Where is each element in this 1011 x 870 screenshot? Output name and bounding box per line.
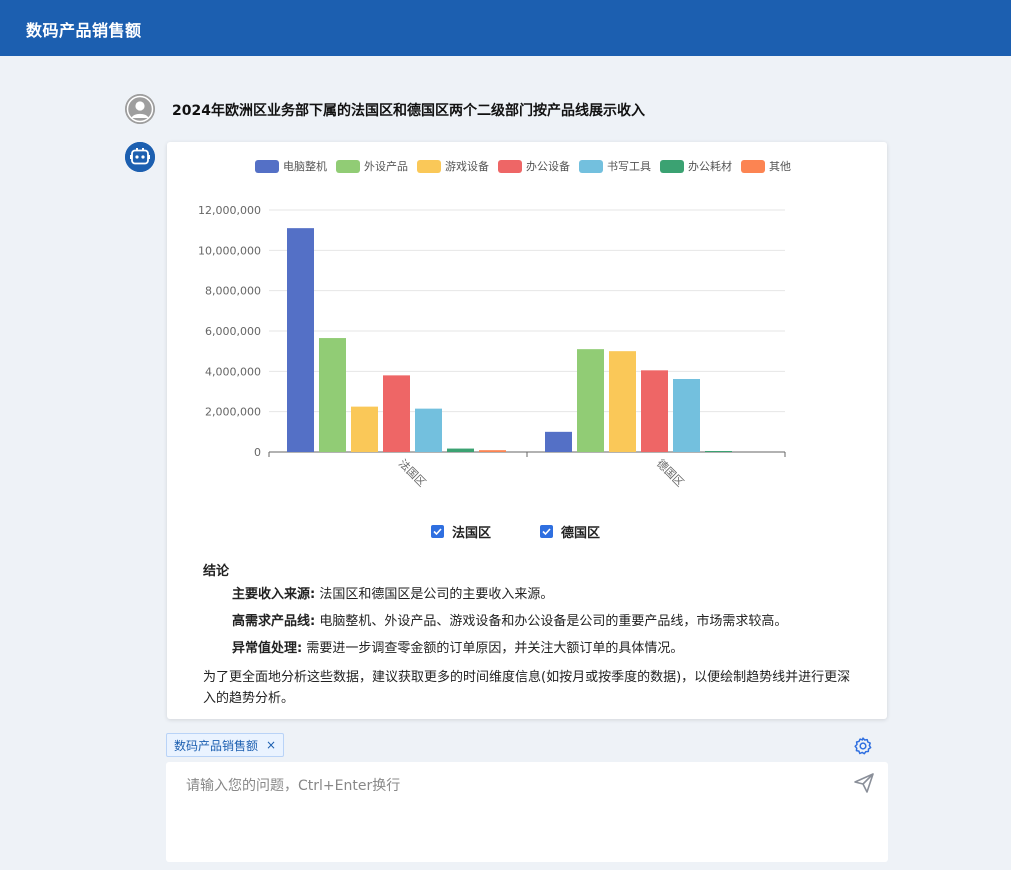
y-tick-label: 6,000,000 <box>205 325 261 338</box>
y-tick-label: 2,000,000 <box>205 406 261 419</box>
legend-swatch <box>579 159 603 173</box>
checkbox-checked-icon[interactable] <box>431 525 444 538</box>
user-question: 2024年欧洲区业务部下属的法国区和德国区两个二级部门按产品线展示收入 <box>172 103 645 119</box>
chart-bar <box>641 370 668 452</box>
legend-item[interactable]: 电脑整机 <box>255 158 327 174</box>
y-tick-label: 10,000,000 <box>198 244 261 257</box>
context-tag[interactable]: 数码产品销售额 × <box>166 733 285 757</box>
conclusion-section: 结论 主要收入来源: 法国区和德国区是公司的主要收入来源。 高需求产品线: 电脑… <box>203 560 853 709</box>
context-tag-label: 数码产品销售额 <box>174 738 259 753</box>
legend-label: 其他 <box>769 160 791 173</box>
chart-bar <box>415 408 442 452</box>
legend-label: 办公耗材 <box>688 160 732 173</box>
legend-swatch <box>498 159 522 173</box>
conclusion-heading: 结论 <box>203 564 230 579</box>
legend-label: 外设产品 <box>364 160 408 173</box>
point-text: 电脑整机、外设产品、游戏设备和办公设备是公司的重要产品线，市场需求较高。 <box>315 614 788 629</box>
legend-item[interactable]: 外设产品 <box>336 158 408 174</box>
bar-chart: 0 2,000,000 4,000,000 6,000,000 8,000,000 10,… <box>198 204 786 489</box>
legend-item[interactable]: 书写工具 <box>579 158 651 174</box>
chart-bar <box>673 378 700 452</box>
series-toggle-label: 德国区 <box>561 526 601 541</box>
point-label: 高需求产品线: <box>232 614 316 629</box>
chart-bar <box>705 451 732 452</box>
chart-bar <box>383 375 410 452</box>
series-toggle-france[interactable]: 法国区 <box>431 522 491 541</box>
legend-label: 办公设备 <box>526 160 570 173</box>
app-title: 数码产品销售额 <box>26 21 142 40</box>
point-text: 需要进一步调查零金额的订单原因，并关注大额订单的具体情况。 <box>302 641 684 656</box>
chart-bar <box>319 338 346 452</box>
chart-bar <box>609 351 636 452</box>
legend-item[interactable]: 办公耗材 <box>660 158 732 174</box>
point-label: 主要收入来源: <box>232 587 316 602</box>
y-tick-label: 8,000,000 <box>205 285 261 298</box>
send-icon[interactable] <box>852 771 876 795</box>
chat-input-box <box>166 762 888 862</box>
legend-swatch <box>741 159 765 173</box>
checkbox-checked-icon[interactable] <box>540 525 553 538</box>
y-tick-label: 4,000,000 <box>205 365 261 378</box>
conclusion-point: 高需求产品线: 电脑整机、外设产品、游戏设备和办公设备是公司的重要产品线，市场需… <box>232 613 853 631</box>
conclusion-point: 异常值处理: 需要进一步调查零金额的订单原因，并关注大额订单的具体情况。 <box>232 640 853 658</box>
y-tick-label: 0 <box>254 446 261 459</box>
series-toggle-label: 法国区 <box>452 526 492 541</box>
series-toggle-germany[interactable]: 德国区 <box>540 522 600 541</box>
robot-icon <box>125 142 155 172</box>
chart-bar <box>545 431 572 452</box>
conclusion-point: 主要收入来源: 法国区和德国区是公司的主要收入来源。 <box>232 586 853 604</box>
x-tick-label: 德国区 <box>654 456 687 489</box>
legend-swatch <box>336 159 360 173</box>
question-input[interactable] <box>166 762 888 862</box>
legend-label: 游戏设备 <box>445 160 489 173</box>
chart-bar <box>577 349 604 452</box>
gear-icon[interactable] <box>853 736 873 756</box>
close-icon[interactable]: × <box>266 738 276 752</box>
chart-bar <box>351 406 378 452</box>
legend-swatch <box>255 159 279 173</box>
app-header: 数码产品销售额 <box>0 0 1011 56</box>
chart-bar <box>287 228 314 452</box>
x-tick-label: 法国区 <box>396 456 429 489</box>
chart-legend: 电脑整机 外设产品 游戏设备 办公设备 书写工具 办公耗材 其他 <box>255 158 800 174</box>
legend-swatch <box>417 159 441 173</box>
legend-item[interactable]: 其他 <box>741 158 791 174</box>
point-text: 法国区和德国区是公司的主要收入来源。 <box>315 587 554 602</box>
legend-label: 书写工具 <box>607 160 651 173</box>
point-label: 异常值处理: <box>232 641 303 656</box>
answer-card: 电脑整机 外设产品 游戏设备 办公设备 书写工具 办公耗材 其他 0 2,000,000 4,0… <box>167 142 887 719</box>
legend-item[interactable]: 办公设备 <box>498 158 570 174</box>
conclusion-summary: 为了更全面地分析这些数据，建议获取更多的时间维度信息(如按月或按季度的数据)，以… <box>203 670 851 706</box>
user-avatar-icon <box>125 94 155 124</box>
legend-label: 电脑整机 <box>283 160 327 173</box>
legend-swatch <box>660 159 684 173</box>
legend-item[interactable]: 游戏设备 <box>417 158 489 174</box>
chart-bar <box>447 448 474 452</box>
chart-bar <box>479 450 506 452</box>
y-tick-label: 12,000,000 <box>198 204 261 217</box>
